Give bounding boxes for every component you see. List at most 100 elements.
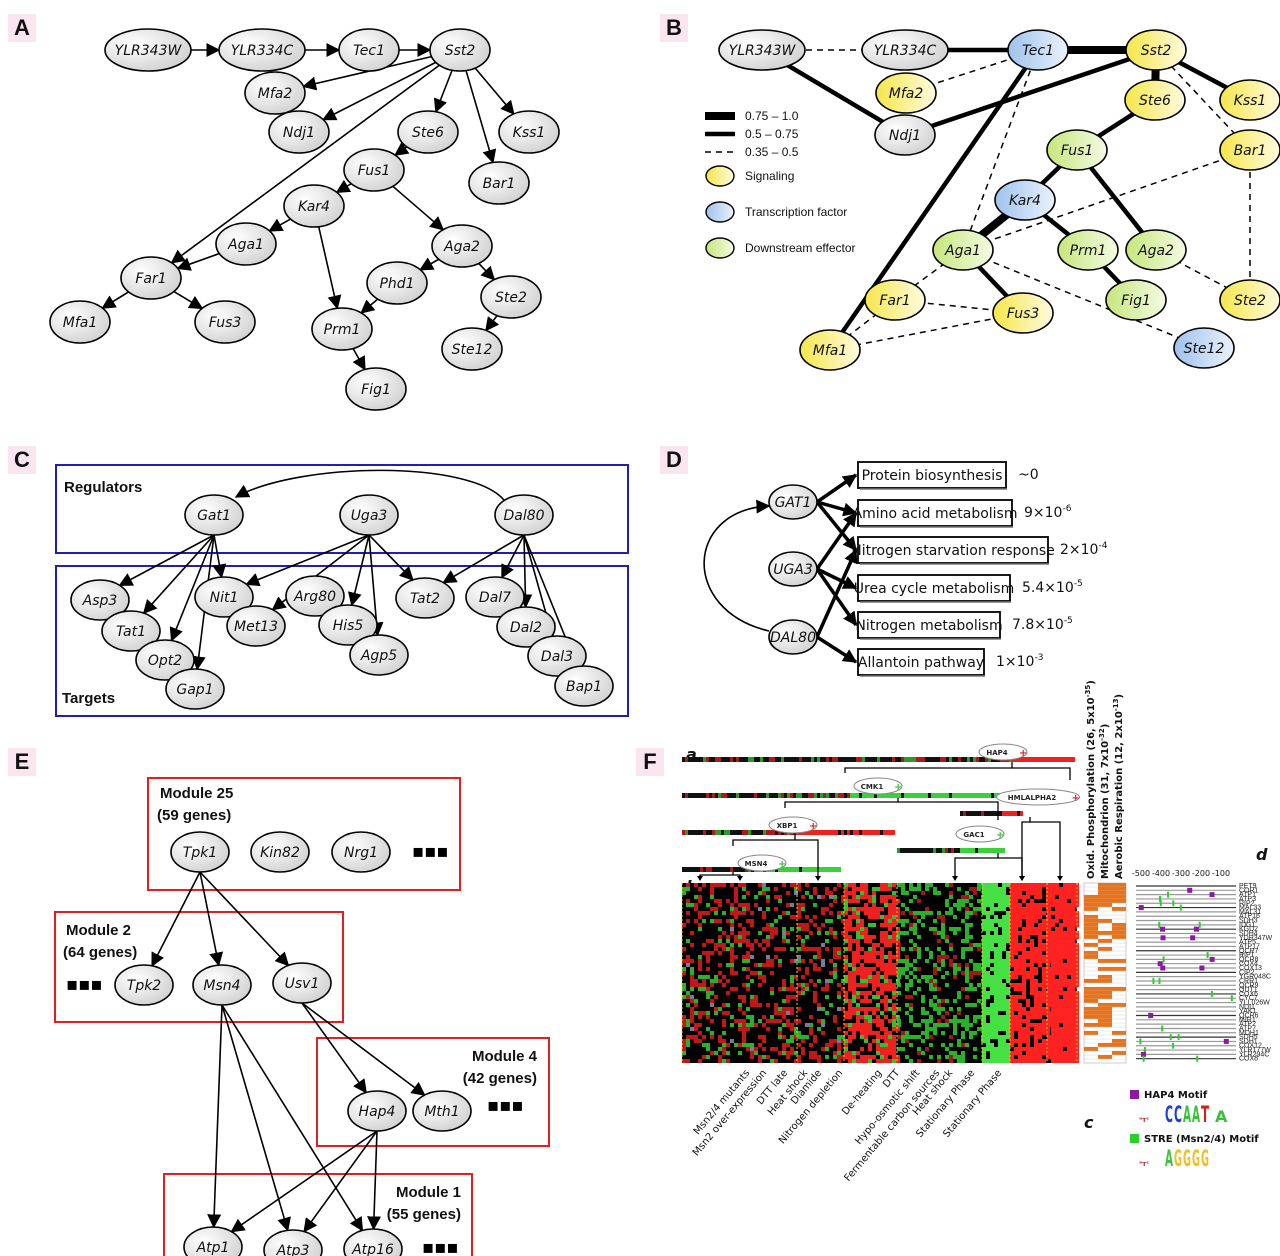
legend-label: Transcription factor	[745, 205, 847, 219]
sequence-logo: ᵃᴛᶜ A G G G G	[1139, 1147, 1209, 1172]
node-fig1: Fig1	[1105, 279, 1167, 321]
node-fus3: Fus3	[992, 292, 1054, 334]
svg-text:CMK1: CMK1	[861, 783, 884, 791]
node-label: Tat1	[116, 624, 146, 640]
tree-edge	[732, 835, 796, 846]
targets-label: Targets	[62, 690, 115, 707]
node-label: Dal3	[541, 649, 573, 665]
split-bar-hmlalpha2-red	[960, 811, 1023, 816]
node-label: Bap1	[566, 679, 602, 695]
node-phd1: Phd1	[366, 261, 428, 305]
more-genes-ellipsis: ▪▪▪	[66, 974, 103, 995]
hap4-motif-site	[1190, 935, 1196, 941]
stre-motif-site	[1158, 921, 1161, 928]
node-label: Fus1	[358, 163, 391, 179]
node-sst2: Sst2	[1125, 29, 1187, 71]
node-nrg1: Nrg1	[331, 831, 391, 873]
svg-text:XBP1: XBP1	[777, 822, 798, 830]
tree-node-msn4: MSN4 +	[737, 854, 787, 872]
node-label: Fus1	[1061, 143, 1094, 159]
tree-edge	[998, 857, 1023, 880]
edge-kar4-aga1	[268, 218, 291, 232]
node-label: Nit1	[210, 590, 239, 606]
motif-map: PET9COR1ATP1ATP3RIP2MAL33MAL31ATP16SDH3I…	[1136, 883, 1272, 1063]
process-box: Nitrogen metabolism 7.8×10-5	[855, 611, 1073, 640]
node-label: Hap4	[359, 1104, 396, 1120]
arrow-down-icon	[815, 876, 821, 881]
process-pvalue: 1×10-3	[996, 653, 1043, 670]
svg-text:+: +	[1072, 793, 1080, 804]
process-pvalue: 2×10-4	[1060, 541, 1108, 558]
node-label: DAL80	[770, 630, 816, 646]
node-label: Fig1	[1121, 293, 1151, 309]
axis-tick-label: -100	[1212, 869, 1230, 878]
node-kin82: Kin82	[250, 831, 310, 873]
node-mfa2: Mfa2	[875, 72, 937, 114]
node-label: Ste12	[1184, 341, 1225, 357]
node-aga2: Aga2	[1125, 229, 1187, 271]
node-dal80: DAL80	[768, 619, 818, 655]
edge-aga2-phd1	[419, 257, 440, 271]
edge-usv1-mth1	[301, 1002, 426, 1096]
node-label: Gat1	[197, 508, 231, 524]
node-ste6: Ste6	[1124, 79, 1186, 121]
node-kar4: Kar4	[283, 184, 345, 228]
node-label: Sst2	[445, 43, 476, 59]
stre-motif-site	[1172, 1042, 1175, 1049]
regulators-label: Regulators	[64, 479, 142, 496]
svg-text:G: G	[1201, 1147, 1209, 1172]
node-label: GAT1	[775, 495, 812, 511]
panel-e-network: Module 25 (59 genes) Module 2 (64 genes) Mod…	[54, 777, 550, 1256]
panel-f-figure: abcdHAP4+CMK1+HMLALPHA2+XBP1+GAC1+MSN4+M…	[681, 680, 1272, 1184]
node-label: Ste12	[452, 342, 493, 358]
edge-fus1-kar4	[335, 179, 352, 194]
tree-edge	[1021, 817, 1031, 880]
node-label: Atp1	[196, 1240, 230, 1256]
motif-legend: STRE (Msn2/4) Motifᵃᴛᶜ A G G G G	[1130, 1134, 1259, 1172]
node-label: Aga2	[1137, 243, 1174, 259]
tree-node-gac1: GAC1 +	[955, 825, 1005, 843]
edge-tpk1-tpk2	[151, 871, 201, 968]
hap4-motif-site	[1187, 887, 1193, 893]
svg-text:A: A	[1215, 1107, 1228, 1126]
node-usv1: Usv1	[272, 962, 332, 1004]
node-label: YLR334C	[874, 43, 937, 59]
node-mfa2: Mfa2	[244, 71, 306, 115]
node-label: Uga3	[351, 508, 388, 524]
legend: 0.75 – 1.0 0.5 – 0.75 0.35 – 0.5 Signaling T…	[705, 109, 856, 259]
edge-sst2-ndj1	[322, 61, 437, 121]
svg-text:HMLALPHA2: HMLALPHA2	[1008, 794, 1057, 802]
node-bap1: Bap1	[554, 665, 614, 707]
tree-node-xbp1: XBP1 +	[768, 816, 818, 834]
node-label: Dal7	[479, 590, 511, 606]
edge-gat1-nit1	[212, 534, 227, 579]
stre-motif-site	[1159, 900, 1162, 907]
node-mth1: Mth1	[412, 1090, 472, 1132]
edge-dal80-process-5	[816, 635, 858, 664]
axis-tick-label: -500	[1132, 869, 1150, 878]
stre-motif-site	[1177, 1034, 1180, 1041]
module-gene-count: (59 genes)	[157, 807, 231, 824]
svg-text:MSN4: MSN4	[745, 860, 768, 868]
node-tat2: Tat2	[395, 577, 455, 619]
node-label: Ndj1	[283, 125, 315, 141]
node-label: Ndj1	[889, 128, 921, 144]
hap4-motif-site	[1223, 1038, 1229, 1044]
node-hap4: Hap4	[347, 1090, 407, 1132]
node-label: Aga1	[227, 237, 264, 253]
node-label: Ste2	[495, 290, 527, 306]
node-label: Aga2	[443, 239, 480, 255]
module-gene-count: (55 genes)	[387, 1206, 461, 1223]
panel-d: D GAT1 UGA3 DAL80 Protein biosynthesis ~0 Ami…	[640, 440, 1280, 730]
node-label: Kar4	[1009, 193, 1041, 209]
process-pvalue: 5.4×10-5	[1022, 579, 1083, 596]
hap4-motif-site	[1157, 961, 1163, 967]
edge-kar4-prm1	[317, 226, 342, 310]
module-gene-count: (42 genes)	[463, 1070, 537, 1087]
axis-tick-label: -300	[1172, 869, 1190, 878]
node-label: Prm1	[1070, 243, 1107, 259]
node-prm1: Prm1	[1057, 229, 1119, 271]
legend-label: 0.35 – 0.5	[745, 145, 799, 159]
hap4-motif-site	[1160, 935, 1166, 941]
panel-f: F abcdHAP4+CMK1+HMLALPHA2+XBP1+GAC1+MSN4…	[630, 680, 1280, 1256]
